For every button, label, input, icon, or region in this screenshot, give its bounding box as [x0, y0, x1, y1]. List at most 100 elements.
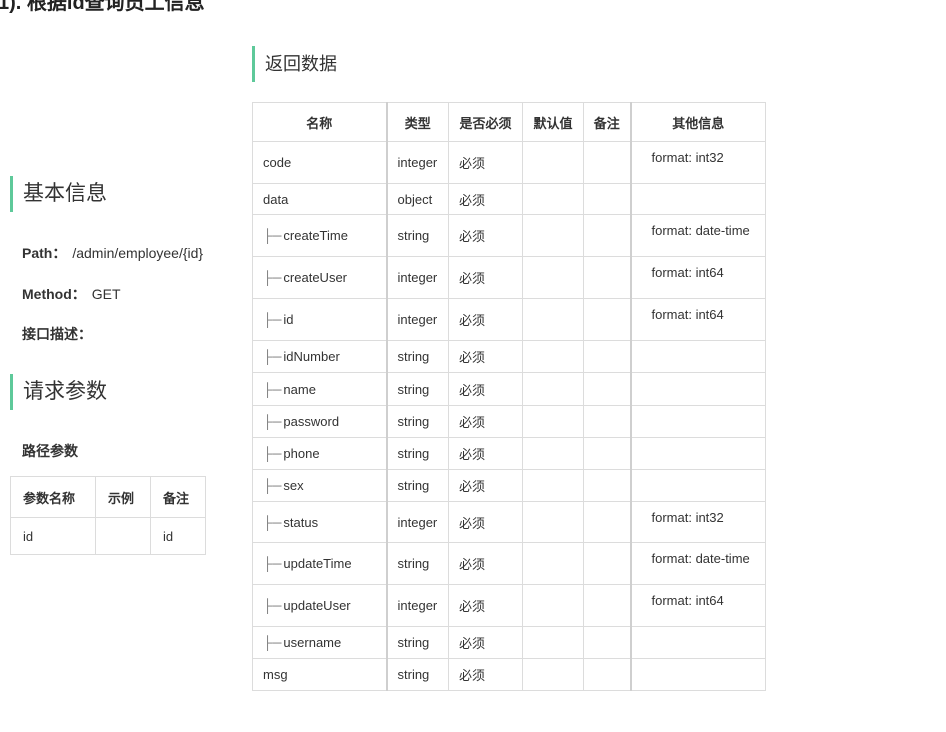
- page-title: 1). 根据id查询员工信息: [0, 0, 205, 14]
- tree-connector: ├─: [263, 635, 282, 650]
- type-cell: integer: [386, 256, 449, 299]
- field-name: idNumber: [283, 349, 340, 364]
- name-cell: ├─ name: [252, 372, 388, 406]
- other-info-cell: [630, 340, 766, 373]
- tree-connector: ├─: [263, 270, 282, 285]
- type-cell: integer: [386, 298, 449, 341]
- name-cell: ├─ sex: [252, 469, 388, 502]
- required-cell: 必须: [448, 183, 523, 215]
- other-info-cell: [630, 626, 766, 659]
- note-cell: [583, 372, 632, 406]
- default-cell: [522, 626, 584, 659]
- default-cell: [522, 256, 584, 299]
- required-cell: 必须: [448, 542, 523, 585]
- table-row: ├─ updateTime string 必须 format: date-time: [252, 542, 766, 585]
- table-row: ├─ createTime string 必须 format: date-time: [252, 214, 766, 257]
- tree-connector: ├─: [263, 598, 282, 613]
- path-params-heading: 路径参数: [22, 443, 78, 459]
- default-cell: [522, 298, 584, 341]
- other-info-cell: format: int32: [630, 141, 766, 184]
- note-cell: [583, 214, 632, 257]
- required-cell: 必须: [448, 340, 523, 373]
- type-cell: integer: [386, 501, 449, 543]
- tree-connector: ├─: [263, 349, 282, 364]
- tree-connector: ├─: [263, 446, 282, 461]
- method-label: Method：: [22, 286, 86, 302]
- param-name-header: 参数名称: [10, 476, 96, 518]
- field-name: updateTime: [283, 556, 352, 571]
- path-line: Path： /admin/employee/{id}: [22, 243, 203, 263]
- name-cell: msg: [252, 658, 388, 691]
- other-info-cell: [630, 658, 766, 691]
- default-cell: [522, 214, 584, 257]
- table-row: code integer 必须 format: int32: [252, 141, 766, 184]
- name-cell: ├─ username: [252, 626, 388, 659]
- name-cell: ├─ phone: [252, 437, 388, 470]
- required-cell: 必须: [448, 626, 523, 659]
- response-table: 名称 类型 是否必须 默认值 备注 其他信息 code integer 必须 form…: [252, 102, 766, 691]
- default-cell: [522, 340, 584, 373]
- note-cell: [583, 501, 632, 543]
- field-name: sex: [283, 478, 304, 493]
- field-name: phone: [283, 446, 320, 461]
- tree-connector: ├─: [263, 381, 282, 397]
- other-info-cell: format: int64: [630, 256, 766, 299]
- default-cell: [522, 372, 584, 406]
- tree-connector: ├─: [263, 514, 282, 530]
- name-header: 名称: [252, 102, 388, 142]
- response-heading: 返回数据: [252, 46, 337, 82]
- default-cell: [522, 183, 584, 215]
- field-name: username: [283, 635, 342, 650]
- other-info-cell: [630, 469, 766, 502]
- default-cell: [522, 658, 584, 691]
- default-cell: [522, 584, 584, 627]
- note-cell: [583, 183, 632, 215]
- table-row: ├─ phone string 必须: [252, 437, 766, 470]
- request-params-heading: 请求参数: [10, 374, 107, 410]
- tree-connector: ├─: [263, 414, 282, 429]
- field-name: createTime: [283, 228, 348, 243]
- name-cell: data: [252, 183, 388, 215]
- type-cell: string: [386, 340, 449, 373]
- note-cell: [583, 584, 632, 627]
- name-cell: ├─ password: [252, 405, 388, 438]
- other-info-cell: [630, 372, 766, 406]
- default-cell: [522, 501, 584, 543]
- required-cell: 必须: [448, 658, 523, 691]
- required-cell: 必须: [448, 405, 523, 438]
- basic-info-heading: 基本信息: [10, 176, 107, 212]
- table-row: ├─ createUser integer 必须 format: int64: [252, 256, 766, 299]
- type-cell: string: [386, 437, 449, 470]
- note-cell: [583, 256, 632, 299]
- table-row: ├─ idNumber string 必须: [252, 340, 766, 373]
- tree-connector: ├─: [263, 312, 282, 327]
- table-row: ├─ id integer 必须 format: int64: [252, 298, 766, 341]
- default-header: 默认值: [522, 102, 584, 142]
- method-line: Method： GET: [22, 284, 121, 304]
- required-cell: 必须: [448, 214, 523, 257]
- param-note-cell: id: [150, 517, 206, 555]
- table-row: msg string 必须: [252, 658, 766, 691]
- table-row: data object 必须: [252, 183, 766, 215]
- required-cell: 必须: [448, 469, 523, 502]
- default-cell: [522, 469, 584, 502]
- table-row: ├─ username string 必须: [252, 626, 766, 659]
- other-info-cell: format: int64: [630, 298, 766, 341]
- table-row: ├─ password string 必须: [252, 405, 766, 438]
- param-note-header: 备注: [150, 476, 206, 518]
- field-name: status: [283, 514, 319, 530]
- type-cell: string: [386, 405, 449, 438]
- other-info-cell: format: date-time: [630, 542, 766, 585]
- table-header-row: 参数名称 示例 备注: [10, 476, 206, 518]
- other-info-cell: format: int32: [630, 501, 766, 543]
- path-params-table: 参数名称 示例 备注 id id: [10, 476, 206, 555]
- tree-connector: ├─: [263, 228, 282, 243]
- tree-connector: ├─: [263, 478, 282, 493]
- required-cell: 必须: [448, 298, 523, 341]
- other-info-cell: format: int64: [630, 584, 766, 627]
- table-row: ├─ name string 必须: [252, 372, 766, 406]
- type-header: 类型: [386, 102, 449, 142]
- type-cell: string: [386, 372, 449, 406]
- field-name: updateUser: [283, 598, 351, 613]
- method-value: GET: [91, 286, 121, 302]
